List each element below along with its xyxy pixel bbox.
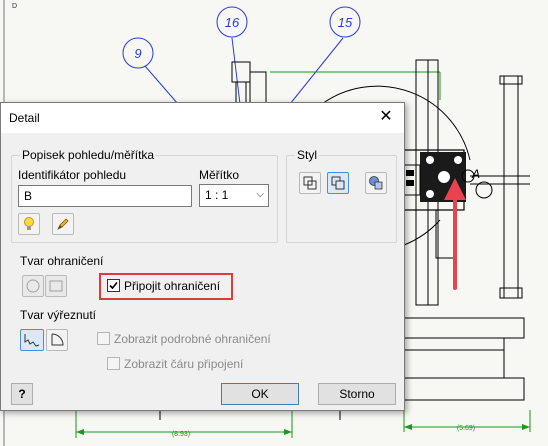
cutout-jagged-button[interactable] <box>20 329 44 351</box>
scale-value: 1 : 1 <box>205 188 229 202</box>
show-connection-line-checkbox[interactable] <box>107 357 120 370</box>
balloon-15-label: 15 <box>338 15 353 30</box>
circle-shape-icon <box>26 279 40 293</box>
boundary-shape-label: Tvar ohraničení <box>20 254 104 268</box>
show-full-boundary-checkbox[interactable] <box>97 332 110 345</box>
help-icon: ? <box>18 387 26 401</box>
jagged-cutout-icon <box>24 334 40 347</box>
smooth-cutout-icon <box>51 333 64 346</box>
edit-view-label-button[interactable] <box>18 213 40 235</box>
scale-label: Měřítko <box>199 168 240 182</box>
cutout-shape-label: Tvar výřeznutí <box>20 308 97 322</box>
ok-button[interactable]: OK <box>221 383 299 405</box>
detail-dialog: Detail ✕ Popisek pohledu/měřítka Identif… <box>0 102 405 411</box>
balloon-15: 15 <box>329 6 361 38</box>
balloon-16: 16 <box>216 6 248 38</box>
dialog-titlebar[interactable]: Detail ✕ <box>1 103 404 133</box>
dialog-title: Detail <box>9 111 40 125</box>
identifier-input[interactable]: B <box>18 185 192 207</box>
style-group-title: Styl <box>295 148 320 162</box>
identifier-label: Identifikátor pohledu <box>18 168 127 182</box>
detail-label-a: A <box>471 167 480 181</box>
close-icon[interactable]: ✕ <box>376 107 396 127</box>
dimension-right: (5.69) <box>457 425 475 432</box>
balloon-16-label: 16 <box>225 15 240 30</box>
boundary-rectangle-button[interactable] <box>45 275 67 297</box>
lightbulb-icon <box>24 217 34 230</box>
show-full-boundary-label[interactable]: Zobrazit podrobné ohraničení <box>114 332 271 346</box>
balloon-9: 9 <box>122 37 154 69</box>
style-group: Styl <box>286 148 397 243</box>
pencil-icon <box>57 218 69 230</box>
checkmark-icon <box>109 281 118 290</box>
show-connection-line-label[interactable]: Zobrazit čáru připojení <box>124 357 243 371</box>
view-label-group: Popisek pohledu/měřítka Identifikátor po… <box>11 148 278 243</box>
balloon-9-label: 9 <box>134 46 141 61</box>
sheet-zone-mark: D <box>12 3 17 10</box>
chevron-down-icon: ⌵ <box>256 189 264 200</box>
cutout-smooth-button[interactable] <box>46 329 68 351</box>
help-button[interactable]: ? <box>11 383 33 405</box>
hidden-lines-icon <box>303 176 317 190</box>
rectangle-shape-icon <box>49 280 63 292</box>
cancel-button[interactable]: Storno <box>318 383 396 405</box>
attach-boundary-label[interactable]: Připojit ohraničení <box>124 279 220 293</box>
style-hidden-lines-button[interactable] <box>299 172 321 194</box>
toggle-visibility-button[interactable] <box>52 213 74 235</box>
style-visible-lines-button[interactable] <box>327 172 349 194</box>
boundary-circle-button[interactable] <box>22 275 44 297</box>
dimension-left: (8.93) <box>172 431 190 438</box>
style-shaded-button[interactable] <box>365 172 387 194</box>
view-label-group-title: Popisek pohledu/měřítka <box>20 148 157 162</box>
attach-boundary-checkbox[interactable] <box>107 279 120 292</box>
shaded-icon <box>369 176 383 190</box>
visible-lines-icon <box>331 176 345 190</box>
scale-dropdown[interactable]: 1 : 1 ⌵ <box>199 184 269 207</box>
